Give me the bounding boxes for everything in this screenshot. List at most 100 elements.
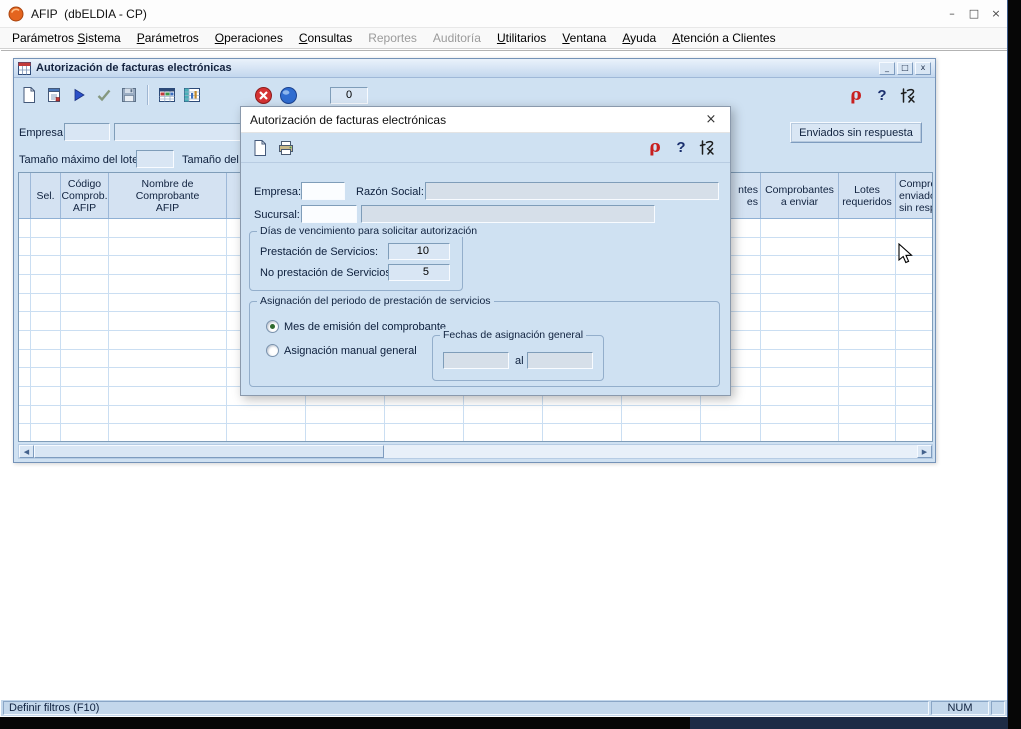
child-close-button[interactable]: x	[915, 62, 931, 75]
exit-icon[interactable]	[696, 136, 718, 158]
mdi-area: Autorización de facturas electrónicas _ …	[1, 50, 1007, 700]
radio-mes-label: Mes de emisión del comprobante	[284, 321, 446, 333]
vencimiento-legend: Días de vencimiento para solicitar autor…	[257, 225, 480, 237]
statusbar-message: Definir filtros (F10)	[3, 701, 929, 715]
column-header-col0[interactable]	[19, 173, 31, 218]
lot-counter: 0	[330, 87, 368, 104]
menu-reportes: Reportes	[360, 29, 425, 47]
table-cell	[761, 406, 839, 424]
table-cell	[109, 350, 227, 368]
menu-ventana[interactable]: Ventana	[554, 29, 614, 47]
table-cell	[31, 312, 61, 330]
vencimiento-groupbox: Días de vencimiento para solicitar autor…	[249, 231, 463, 291]
scroll-left-button[interactable]: ◀	[19, 445, 34, 458]
menu-operaciones[interactable]: Operaciones	[207, 29, 291, 47]
screen: AFIP (dbELDIA - CP) – □ × Parámetros Sis…	[0, 0, 1021, 729]
empresa-code-input[interactable]	[64, 123, 110, 141]
column-header-lotes-requeridos[interactable]: Lotesrequeridos	[839, 173, 896, 218]
table-cell	[896, 350, 933, 368]
column-header-comprobantes-enviados-sin-respuesta[interactable]: Comprobantesenviadossin respuesta	[896, 173, 933, 218]
menu-ayuda[interactable]: Ayuda	[614, 29, 664, 47]
table-cell	[839, 294, 896, 312]
table-row[interactable]	[19, 424, 932, 442]
table-cell	[31, 219, 61, 237]
help-icon[interactable]: ?	[670, 136, 692, 158]
table-cell	[761, 350, 839, 368]
table-row[interactable]	[19, 406, 932, 425]
new-document-icon[interactable]	[18, 84, 40, 106]
save-icon[interactable]	[118, 84, 140, 106]
child-title: Autorización de facturas electrónicas	[36, 62, 877, 74]
table-cell	[896, 219, 933, 237]
connection-icon[interactable]	[277, 84, 299, 106]
scroll-right-button[interactable]: ▶	[917, 445, 932, 458]
table-cell	[839, 350, 896, 368]
app-titlebar: AFIP (dbELDIA - CP) – □ ×	[0, 0, 1007, 28]
radio-asignacion-manual[interactable]	[266, 344, 279, 357]
menu-parametros[interactable]: Parámetros	[129, 29, 207, 47]
column-header-sel[interactable]: Sel.	[31, 173, 61, 218]
table-cell	[839, 406, 896, 424]
no-prestacion-input[interactable]: 5	[388, 264, 450, 281]
column-header-nombre-de-comprobante-afip[interactable]: Nombre deComprobanteAFIP	[109, 173, 227, 218]
dialog-title: Autorización de facturas electrónicas	[250, 113, 446, 127]
table-cell	[761, 368, 839, 386]
enviados-sin-respuesta-button[interactable]: Enviados sin respuesta	[790, 122, 922, 143]
table-cell	[622, 406, 701, 424]
app-title: AFIP (dbELDIA - CP)	[31, 7, 147, 21]
table-cell	[109, 406, 227, 424]
phone-icon[interactable]: ρ	[644, 136, 666, 158]
child-minimize-button[interactable]: _	[879, 62, 895, 75]
confirm-check-icon[interactable]	[93, 84, 115, 106]
results-grid-icon[interactable]	[181, 84, 203, 106]
table-cell	[19, 312, 31, 330]
print-icon[interactable]	[275, 137, 297, 159]
table-cell	[31, 331, 61, 349]
table-cell	[109, 331, 227, 349]
menu-atencion-a-clientes[interactable]: Atención a Clientes	[664, 29, 783, 47]
sucursal-input[interactable]	[301, 205, 357, 223]
dialog-close-button[interactable]: ×	[692, 107, 730, 132]
menu-parametros-sistema[interactable]: Parámetros Sistema	[4, 29, 129, 47]
run-icon[interactable]	[68, 84, 90, 106]
phone-icon[interactable]: ρ	[845, 84, 867, 106]
edit-form-icon[interactable]	[43, 84, 65, 106]
radio-mes-emision[interactable]	[266, 320, 279, 333]
table-cell	[19, 331, 31, 349]
table-cell	[31, 350, 61, 368]
table-cell	[761, 275, 839, 293]
table-cell	[896, 331, 933, 349]
exit-icon[interactable]	[897, 84, 919, 106]
help-icon[interactable]: ?	[871, 84, 893, 106]
table-cell	[19, 294, 31, 312]
toolbar-separator	[147, 85, 149, 105]
table-cell	[109, 424, 227, 442]
table-cell	[31, 238, 61, 256]
table-cell	[701, 406, 761, 424]
child-maximize-button[interactable]: □	[897, 62, 913, 75]
lote-label: Tamaño máximo del lote:	[19, 154, 141, 166]
minimize-button[interactable]: –	[941, 0, 963, 27]
horizontal-scrollbar[interactable]: ◀ ▶	[18, 444, 933, 459]
scroll-thumb[interactable]	[34, 445, 384, 458]
mouse-cursor	[898, 243, 914, 265]
menu-utilitarios[interactable]: Utilitarios	[489, 29, 554, 47]
dialog-window: Autorización de facturas electrónicas × …	[240, 106, 731, 396]
new-document-icon[interactable]	[249, 137, 271, 159]
column-header-comprobantes-a-enviar[interactable]: Comprobantesa enviar	[761, 173, 839, 218]
dialog-empresa-input[interactable]	[301, 182, 345, 200]
lote-input[interactable]	[136, 150, 174, 168]
close-button[interactable]: ×	[985, 0, 1007, 27]
lots-grid-icon[interactable]	[156, 84, 178, 106]
table-cell	[61, 219, 109, 237]
stop-icon[interactable]	[252, 84, 274, 106]
column-header-codigo-comprob-afip[interactable]: CódigoComprob.AFIP	[61, 173, 109, 218]
dialog-toolbar-right: ρ ?	[644, 136, 718, 158]
num-lock-indicator: NUM	[931, 701, 989, 715]
maximize-button[interactable]: □	[963, 0, 985, 27]
table-cell	[839, 275, 896, 293]
prestacion-input[interactable]: 10	[388, 243, 450, 260]
table-cell	[701, 424, 761, 442]
menu-consultas[interactable]: Consultas	[291, 29, 360, 47]
asignacion-legend: Asignación del periodo de prestación de …	[257, 295, 494, 307]
